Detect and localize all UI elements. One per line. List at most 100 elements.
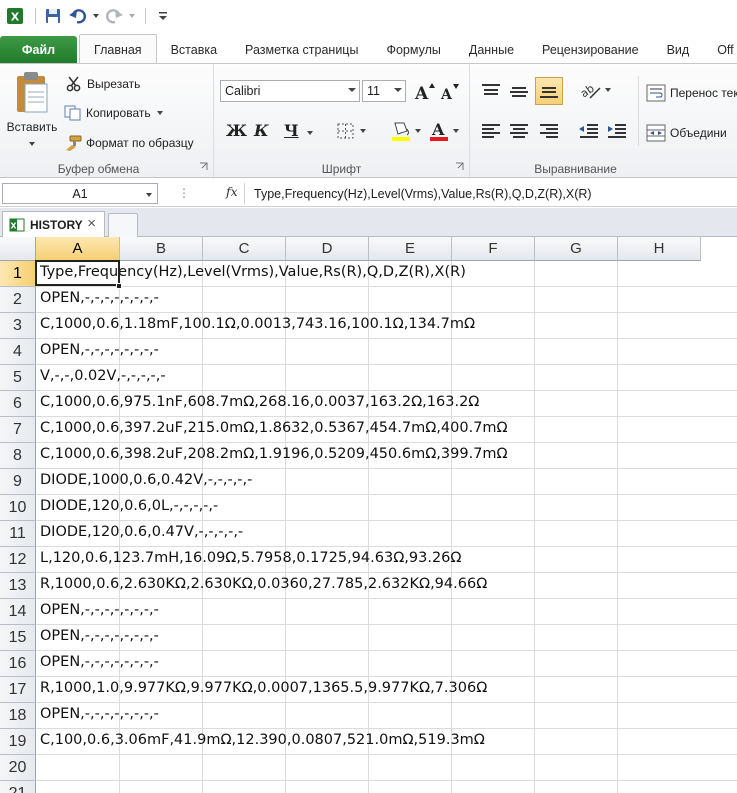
tab-insert[interactable]: Вставка [157,36,231,64]
bold-button[interactable]: Ж [226,121,247,140]
align-top-button[interactable] [480,82,502,100]
row-cells[interactable]: DIODE,1000,0.6,0.42V,-,-,-,-,- [36,469,737,495]
clipboard-launcher-icon[interactable] [199,160,208,174]
insert-function-button[interactable]: fx [226,184,238,199]
underline-dropdown-icon[interactable] [306,129,314,137]
column-header[interactable]: F [452,237,535,261]
undo-dropdown-icon[interactable] [92,5,100,27]
row-cells[interactable]: C,1000,0.6,975.1nF,608.7mΩ,268.16,0.0037… [36,391,737,417]
decrease-indent-button[interactable] [578,122,600,140]
tab-file[interactable]: Файл [0,36,77,64]
italic-button[interactable]: К [254,121,269,140]
row-cells[interactable]: OPEN,-,-,-,-,-,-,-,- [36,599,737,625]
customize-qat-icon[interactable] [152,5,174,27]
row-header[interactable]: 20 [0,755,36,781]
font-color-button[interactable]: A [428,119,460,143]
name-box[interactable]: A1 [2,183,158,204]
row-header[interactable]: 9 [0,469,36,495]
shrink-font-button[interactable]: A [440,82,460,102]
row-cells[interactable]: C,1000,0.6,1.18mF,100.1Ω,0.0013,743.16,1… [36,313,737,339]
merge-center-button[interactable]: Объедини [646,124,727,142]
row-header[interactable]: 2 [0,287,36,313]
column-header[interactable]: H [618,237,701,261]
row-header[interactable]: 8 [0,443,36,469]
format-painter-button[interactable]: Формат по образцу [64,135,194,151]
row-header[interactable]: 16 [0,651,36,677]
row-cells[interactable]: C,100,0.6,3.06mF,41.9mΩ,12.390,0.0807,52… [36,729,737,755]
tab-view[interactable]: Вид [653,36,704,64]
row-cells[interactable]: OPEN,-,-,-,-,-,-,-,- [36,651,737,677]
row-cells[interactable]: Type,Frequency(Hz),Level(Vrms),Value,Rs(… [36,261,737,287]
row-cells[interactable]: R,1000,1.0,9.977KΩ,9.977KΩ,0.0007,1365.5… [36,677,737,703]
row-cells[interactable]: OPEN,-,-,-,-,-,-,-,- [36,625,737,651]
row-header[interactable]: 13 [0,573,36,599]
underline-button[interactable]: Ч [284,121,299,140]
column-header[interactable]: C [203,237,286,261]
copy-button[interactable]: Копировать [64,105,164,121]
paste-button[interactable]: Вставить [4,68,60,158]
sheet-tab-close-icon[interactable]: × [87,215,96,232]
row-header[interactable]: 6 [0,391,36,417]
row-header[interactable]: 17 [0,677,36,703]
font-size-select[interactable]: 11 [362,80,406,102]
row-header[interactable]: 5 [0,365,36,391]
redo-icon[interactable] [103,5,125,27]
row-cells[interactable]: DIODE,120,0.6,0L,-,-,-,-,- [36,495,737,521]
align-bottom-button[interactable] [535,77,563,105]
select-all-corner[interactable] [0,237,36,261]
row-header[interactable]: 15 [0,625,36,651]
wrap-text-button[interactable]: Перенос тек [646,84,737,102]
column-header[interactable]: D [286,237,369,261]
column-header[interactable]: G [535,237,618,261]
tab-review[interactable]: Рецензирование [528,36,653,64]
row-header[interactable]: 21 [0,781,36,793]
tab-data[interactable]: Данные [455,36,528,64]
save-icon[interactable] [42,5,64,27]
row-header[interactable]: 14 [0,599,36,625]
row-header[interactable]: 7 [0,417,36,443]
row-header[interactable]: 10 [0,495,36,521]
row-cells[interactable] [36,755,737,781]
row-cells[interactable]: OPEN,-,-,-,-,-,-,-,- [36,287,737,313]
new-sheet-tab[interactable] [108,213,138,237]
align-middle-button[interactable] [508,82,530,100]
fill-color-button[interactable] [390,119,422,143]
tab-home[interactable]: Главная [79,34,157,64]
row-header[interactable]: 4 [0,339,36,365]
name-box-dropdown-icon[interactable] [145,191,153,199]
align-left-button[interactable] [480,122,502,140]
row-cells[interactable]: C,1000,0.6,397.2uF,215.0mΩ,1.8632,0.5367… [36,417,737,443]
tab-page-layout[interactable]: Разметка страницы [231,36,372,64]
row-header[interactable]: 18 [0,703,36,729]
row-cells[interactable]: C,1000,0.6,398.2uF,208.2mΩ,1.9196,0.5209… [36,443,737,469]
undo-icon[interactable] [67,5,89,27]
row-cells[interactable]: OPEN,-,-,-,-,-,-,-,- [36,339,737,365]
row-cells[interactable]: DIODE,120,0.6,0.47V,-,-,-,-,- [36,521,737,547]
row-cells[interactable]: L,120,0.6,123.7mH,16.09Ω,5.7958,0.1725,9… [36,547,737,573]
row-cells[interactable]: OPEN,-,-,-,-,-,-,-,- [36,703,737,729]
row-header[interactable]: 1 [0,261,36,287]
font-name-select[interactable]: Calibri [220,80,360,102]
sheet-tab-history[interactable]: X HISTORY × [2,211,105,237]
tab-office[interactable]: Off [703,36,733,64]
column-header[interactable]: A [36,237,120,261]
formula-input[interactable]: Type,Frequency(Hz),Level(Vrms),Value,Rs(… [244,183,737,204]
row-header[interactable]: 11 [0,521,36,547]
align-center-button[interactable] [508,122,530,140]
row-cells[interactable]: V,-,-,0.02V,-,-,-,-,- [36,365,737,391]
row-cells[interactable] [36,781,737,793]
align-right-button[interactable] [538,122,560,140]
cut-button[interactable]: Вырезать [66,76,140,92]
redo-dropdown-icon[interactable] [128,5,136,27]
row-header[interactable]: 19 [0,729,36,755]
column-header[interactable]: B [120,237,203,261]
row-header[interactable]: 12 [0,547,36,573]
column-header[interactable]: E [369,237,452,261]
tab-formulas[interactable]: Формулы [372,36,454,64]
grow-font-button[interactable]: A [414,82,436,102]
borders-button[interactable] [336,122,367,140]
orientation-button[interactable]: ab [578,80,612,100]
fill-handle[interactable] [116,283,122,289]
row-cells[interactable]: R,1000,0.6,2.630KΩ,2.630KΩ,0.0360,27.785… [36,573,737,599]
increase-indent-button[interactable] [606,122,628,140]
